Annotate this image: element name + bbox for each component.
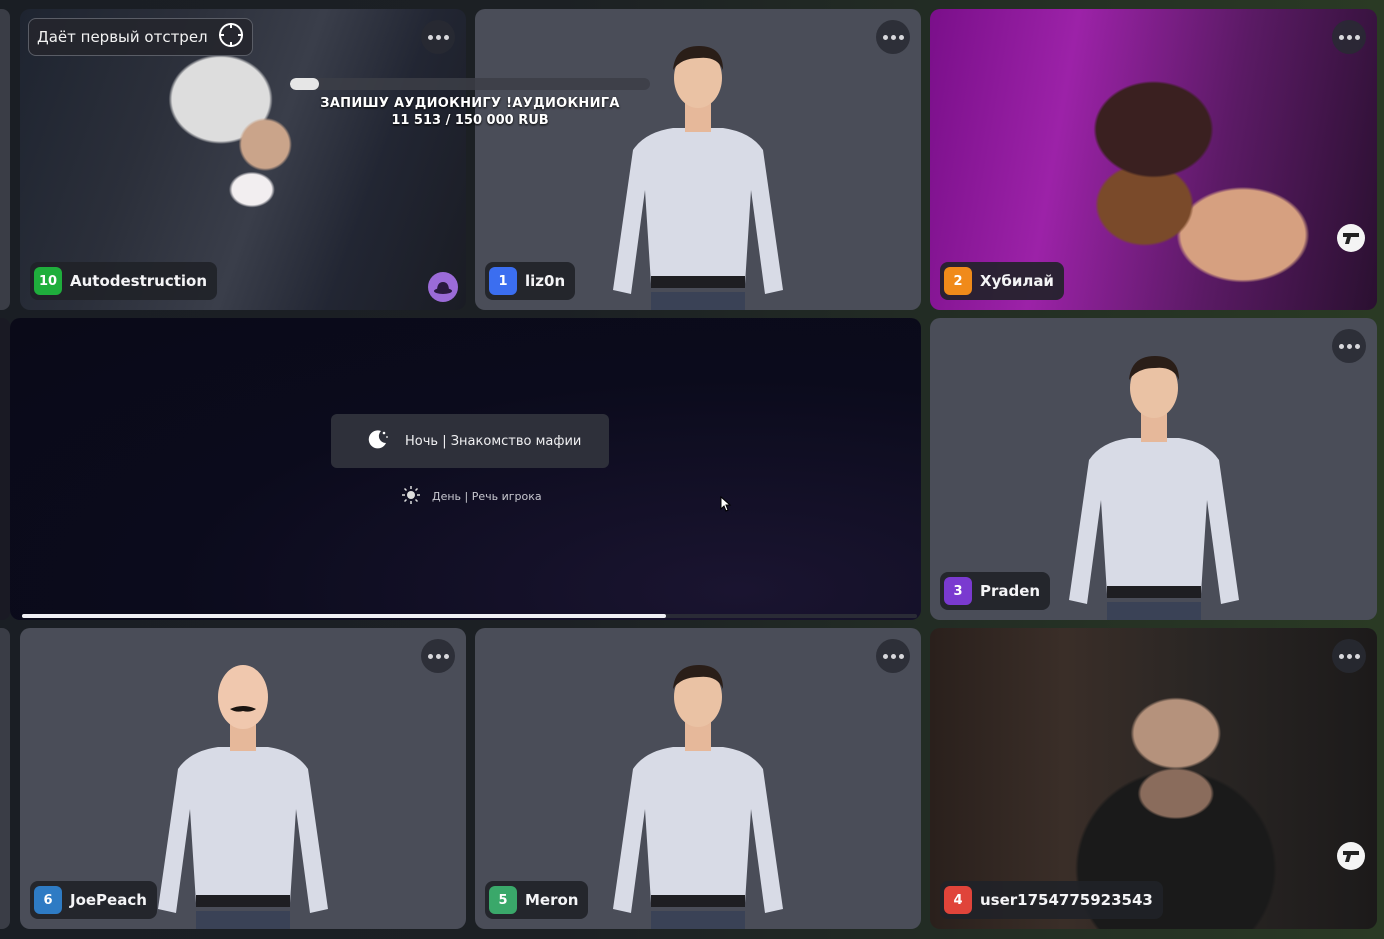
game-phase-panel: Ночь | Знакомство мафии День | Речь игро… bbox=[10, 318, 921, 620]
hat-icon bbox=[428, 272, 458, 302]
player-name: user1754775923543 bbox=[980, 891, 1153, 909]
player-tile-user[interactable]: 4 user1754775923543 bbox=[930, 628, 1377, 929]
player-tile-hubilai[interactable]: 2 Хубилай bbox=[930, 9, 1377, 310]
player-number-badge: 2 bbox=[944, 267, 972, 295]
player-number-badge: 4 bbox=[944, 886, 972, 914]
player-name-tag: 10 Autodestruction bbox=[30, 262, 218, 300]
gun-icon bbox=[1337, 842, 1365, 870]
crosshair-icon bbox=[218, 22, 244, 52]
player-number-badge: 3 bbox=[944, 577, 972, 605]
player-number-badge: 10 bbox=[34, 267, 62, 295]
donation-progress-fill bbox=[290, 78, 319, 90]
player-name-tag: 6 JoePeach bbox=[30, 881, 157, 919]
avatar-figure bbox=[613, 665, 783, 929]
player-name-tag: 3 Praden bbox=[940, 572, 1051, 610]
more-options-button[interactable] bbox=[1332, 639, 1366, 673]
current-phase-label: Ночь | Знакомство мафии bbox=[405, 433, 582, 449]
player-name: Praden bbox=[980, 582, 1041, 600]
edge-strip bbox=[0, 318, 10, 620]
player-tile-autodestruction[interactable]: Даёт первый отстрел 10 Autodestruction bbox=[20, 9, 466, 310]
more-options-button[interactable] bbox=[1332, 329, 1366, 363]
player-name-tag: 2 Хубилай bbox=[940, 262, 1064, 300]
donation-title: ЗАПИШУ АУДИОКНИГУ !АУДИОКНИГА bbox=[320, 96, 620, 111]
player-tile-joepeach[interactable]: 6 JoePeach bbox=[20, 628, 466, 929]
avatar-figure bbox=[1068, 356, 1239, 620]
donation-amount: 11 513 / 150 000 RUB bbox=[391, 113, 549, 128]
first-shot-label: Даёт первый отстрел bbox=[37, 28, 208, 46]
player-name-tag: 1 liz0n bbox=[485, 262, 576, 300]
player-name: Autodestruction bbox=[70, 272, 208, 290]
player-number-badge: 5 bbox=[489, 886, 517, 914]
next-phase-label: День | Речь игрока bbox=[432, 490, 542, 503]
more-options-button[interactable] bbox=[421, 20, 455, 54]
player-number-badge: 1 bbox=[489, 267, 517, 295]
phase-timer-track bbox=[22, 614, 917, 618]
donation-progress-bar bbox=[290, 78, 650, 90]
phase-timer-fill bbox=[22, 614, 667, 618]
player-number-badge: 6 bbox=[34, 886, 62, 914]
gun-icon bbox=[1337, 224, 1365, 252]
player-name-tag: 4 user1754775923543 bbox=[940, 881, 1163, 919]
player-tile-praden[interactable]: 3 Praden bbox=[930, 318, 1377, 620]
more-options-button[interactable] bbox=[876, 20, 910, 54]
player-name: Хубилай bbox=[980, 272, 1054, 290]
player-name: liz0n bbox=[525, 272, 566, 290]
first-shot-tag: Даёт первый отстрел bbox=[28, 18, 253, 56]
player-name-tag: 5 Meron bbox=[485, 881, 589, 919]
player-tile-lizon[interactable]: 1 liz0n bbox=[475, 9, 921, 310]
mouse-cursor-icon bbox=[720, 496, 732, 512]
next-phase: День | Речь игрока bbox=[402, 486, 542, 507]
player-tile-meron[interactable]: 5 Meron bbox=[475, 628, 921, 929]
current-phase: Ночь | Знакомство мафии bbox=[331, 414, 609, 468]
edge-strip bbox=[0, 628, 10, 929]
player-name: Meron bbox=[525, 891, 579, 909]
moon-icon bbox=[367, 428, 389, 454]
video-grid: Даёт первый отстрел 10 Autodestruction 1… bbox=[0, 0, 1384, 939]
more-options-button[interactable] bbox=[421, 639, 455, 673]
donation-goal: ЗАПИШУ АУДИОКНИГУ !АУДИОКНИГА 11 513 / 1… bbox=[290, 78, 650, 128]
more-options-button[interactable] bbox=[876, 639, 910, 673]
sun-icon bbox=[402, 486, 420, 507]
more-options-button[interactable] bbox=[1332, 20, 1366, 54]
player-name: JoePeach bbox=[70, 891, 147, 909]
avatar-figure bbox=[158, 665, 328, 929]
edge-strip bbox=[0, 9, 10, 310]
